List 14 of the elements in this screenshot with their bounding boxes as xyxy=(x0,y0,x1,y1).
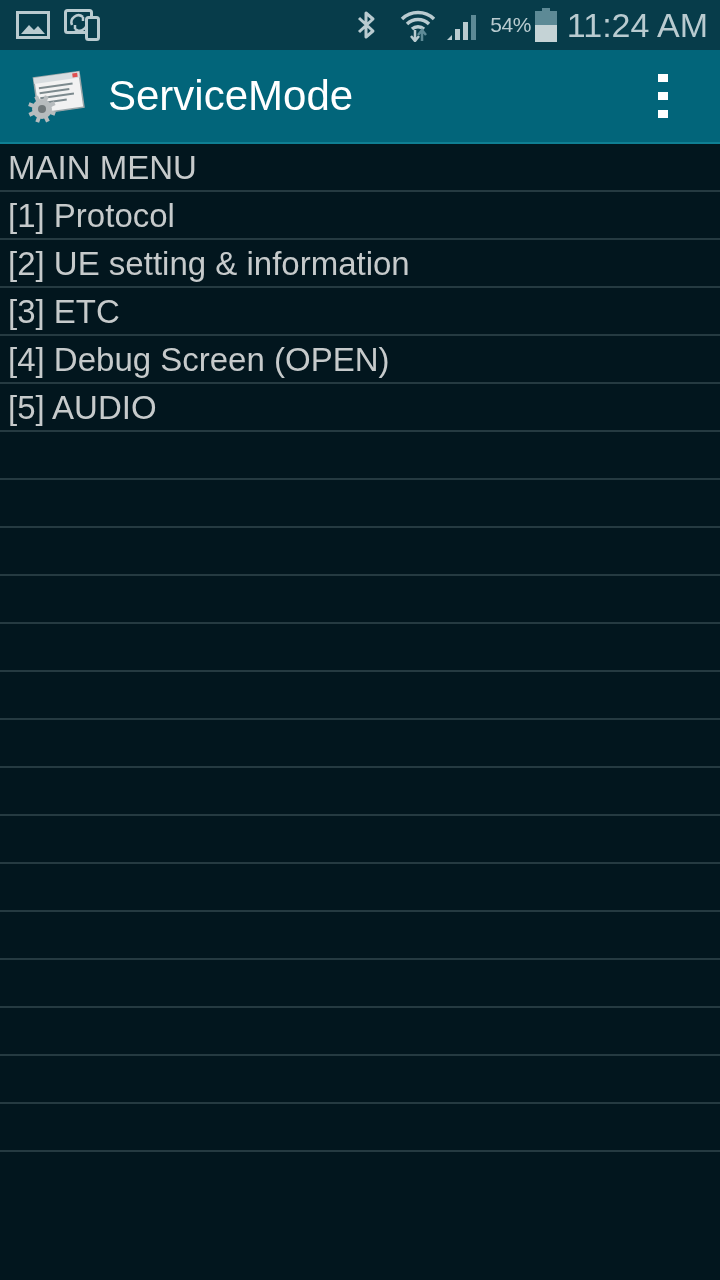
clock-time: 11:24 AM xyxy=(566,5,708,45)
battery-icon xyxy=(534,8,557,42)
screen-sync-icon xyxy=(64,9,100,41)
menu-item[interactable]: [3] ETC xyxy=(8,291,120,331)
image-icon xyxy=(16,11,50,39)
wifi-icon xyxy=(400,8,437,42)
menu-item[interactable]: [5] AUDIO xyxy=(8,387,157,427)
menu-item[interactable]: [2] UE setting & information xyxy=(8,243,410,283)
menu-item[interactable]: [4] Debug Screen (OPEN) xyxy=(8,339,390,379)
menu-item[interactable]: [1] Protocol xyxy=(8,195,175,235)
battery-percent: 54% xyxy=(490,13,531,37)
menu-header: MAIN MENU xyxy=(8,148,197,187)
app-title: ServiceMode xyxy=(108,72,354,120)
more-vertical-icon xyxy=(658,74,668,118)
